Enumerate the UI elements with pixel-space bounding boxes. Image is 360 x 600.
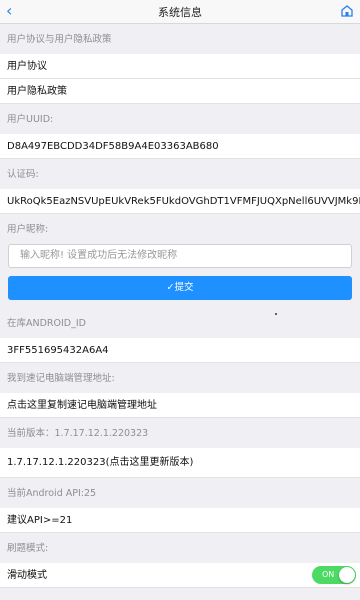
update-version-link[interactable]: 1.7.17.12.1.220323(点击这里更新版本) [0,448,360,478]
home-icon[interactable] [340,4,354,18]
swipe-mode-label: 滑动模式 [7,570,47,581]
page-title: 系统信息 [158,5,202,19]
android-id-value: 3FF551695432A6A4 [0,338,360,363]
navigation-bar: ‹ 系统信息 [0,0,360,24]
section-uuid: 用户UUID: [7,114,54,125]
privacy-policy-link[interactable]: 用户隐私政策 [0,79,360,104]
section-android-id: 在库ANDROID_ID [7,318,86,329]
section-auth-code: 认证码: [7,169,39,180]
section-api: 当前Android API:25 [7,488,97,499]
section-nickname: 用户昵称: [7,224,49,235]
user-agreement-link[interactable]: 用户协议 [0,54,360,79]
section-agreement: 用户协议与用户隐私政策 [7,34,112,45]
section-admin-address: 我到速记电脑端管理地址: [7,373,115,384]
nickname-input[interactable]: 输入昵称! 设置成功后无法修改昵称 [8,244,352,268]
toggle-on-label: ON [322,570,335,579]
back-arrow-icon[interactable]: ‹ [6,3,22,19]
auth-code-value: UkRoQk5EazNSVUpEUkVRek5FUkdOVGhDT1VFMFJU… [0,189,360,214]
toggle-knob [339,567,355,583]
section-mode: 刷题模式: [7,543,49,554]
uuid-value: D8A497EBCDD34DF58B9A4E03363AB680 [0,134,360,159]
submit-button[interactable]: ✓提交 [8,276,352,300]
swipe-mode-toggle[interactable]: ON [312,566,356,584]
api-suggestion: 建议API>=21 [0,508,360,533]
copy-admin-address-link[interactable]: 点击这里复制速记电脑端管理地址 [0,393,360,418]
stray-dot [275,313,277,315]
swipe-mode-row: 滑动模式 ON [0,563,360,588]
section-version: 当前版本：1.7.17.12.1.220323 [7,428,149,439]
